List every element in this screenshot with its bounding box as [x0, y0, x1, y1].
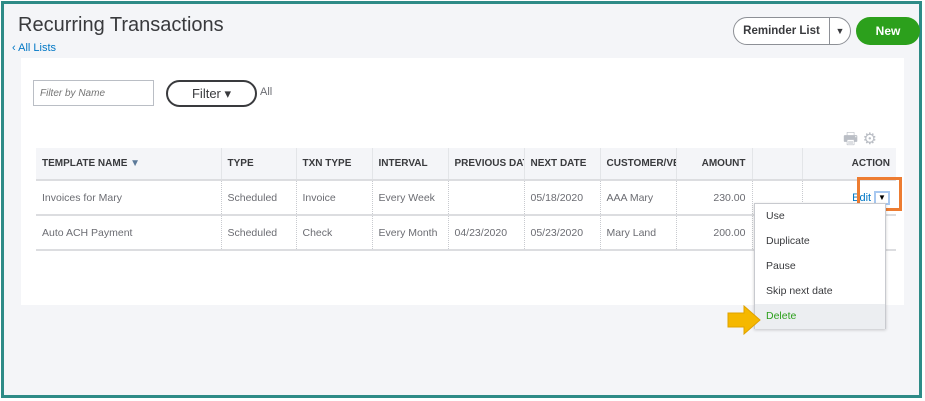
cell-next: 05/23/2020: [524, 215, 601, 251]
filter-label: Filter: [191, 86, 221, 101]
menu-item-pause[interactable]: Pause: [755, 254, 885, 279]
cell-amount: 230.00: [676, 180, 753, 216]
cell-previous: 04/23/2020: [448, 215, 525, 251]
pointer-arrow-icon: [727, 305, 761, 335]
col-interval[interactable]: INTERVAL: [372, 148, 449, 181]
menu-item-use[interactable]: Use: [755, 204, 885, 229]
menu-item-skip-next-date[interactable]: Skip next date: [755, 279, 885, 304]
menu-item-delete[interactable]: Delete: [755, 304, 885, 329]
cell-interval: Every Month: [372, 215, 449, 251]
all-lists-label: All Lists: [18, 42, 57, 54]
cell-customer: Mary Land: [600, 215, 677, 251]
filter-button[interactable]: Filter ▾: [166, 80, 257, 107]
cell-interval: Every Week: [372, 180, 449, 216]
sort-icon: ▼: [130, 158, 141, 169]
cell-type: Scheduled: [221, 215, 297, 251]
col-txn-type[interactable]: TXN TYPE: [296, 148, 373, 181]
print-icon[interactable]: 🖶: [843, 131, 858, 148]
col-template-name[interactable]: TEMPLATE NAME ▼: [36, 148, 222, 181]
reminder-list-label[interactable]: Reminder List: [734, 18, 830, 44]
col-customer[interactable]: CUSTOMER/VE: [600, 148, 677, 181]
menu-item-duplicate[interactable]: Duplicate: [755, 229, 885, 254]
all-lists-link[interactable]: ‹ All Lists: [12, 42, 56, 54]
col-spacer: [752, 148, 803, 181]
reminder-list-button[interactable]: Reminder List ▼: [733, 17, 851, 45]
col-previous-date[interactable]: PREVIOUS DAT: [448, 148, 525, 181]
action-menu: Use Duplicate Pause Skip next date Delet…: [754, 203, 886, 329]
cell-name: Auto ACH Payment: [36, 215, 222, 251]
col-amount[interactable]: AMOUNT: [676, 148, 753, 181]
cell-amount: 200.00: [676, 215, 753, 251]
filter-by-name-input[interactable]: [33, 80, 154, 106]
app-frame: Recurring Transactions ‹ All Lists Remin…: [1, 1, 922, 398]
new-button[interactable]: New: [856, 17, 920, 45]
cell-txn-type: Check: [296, 215, 373, 251]
page-title: Recurring Transactions: [18, 14, 224, 36]
cell-name: Invoices for Mary: [36, 180, 222, 216]
cell-txn-type: Invoice: [296, 180, 373, 216]
cell-previous: [448, 180, 525, 216]
cell-next: 05/18/2020: [524, 180, 601, 216]
col-next-date[interactable]: NEXT DATE: [524, 148, 601, 181]
gear-icon[interactable]: ⚙: [863, 131, 877, 148]
chevron-down-icon[interactable]: ▼: [830, 26, 850, 36]
col-action: ACTION: [802, 148, 896, 181]
col-type[interactable]: TYPE: [221, 148, 297, 181]
cell-type: Scheduled: [221, 180, 297, 216]
filter-value: All: [260, 86, 273, 98]
cell-customer: AAA Mary: [600, 180, 677, 216]
